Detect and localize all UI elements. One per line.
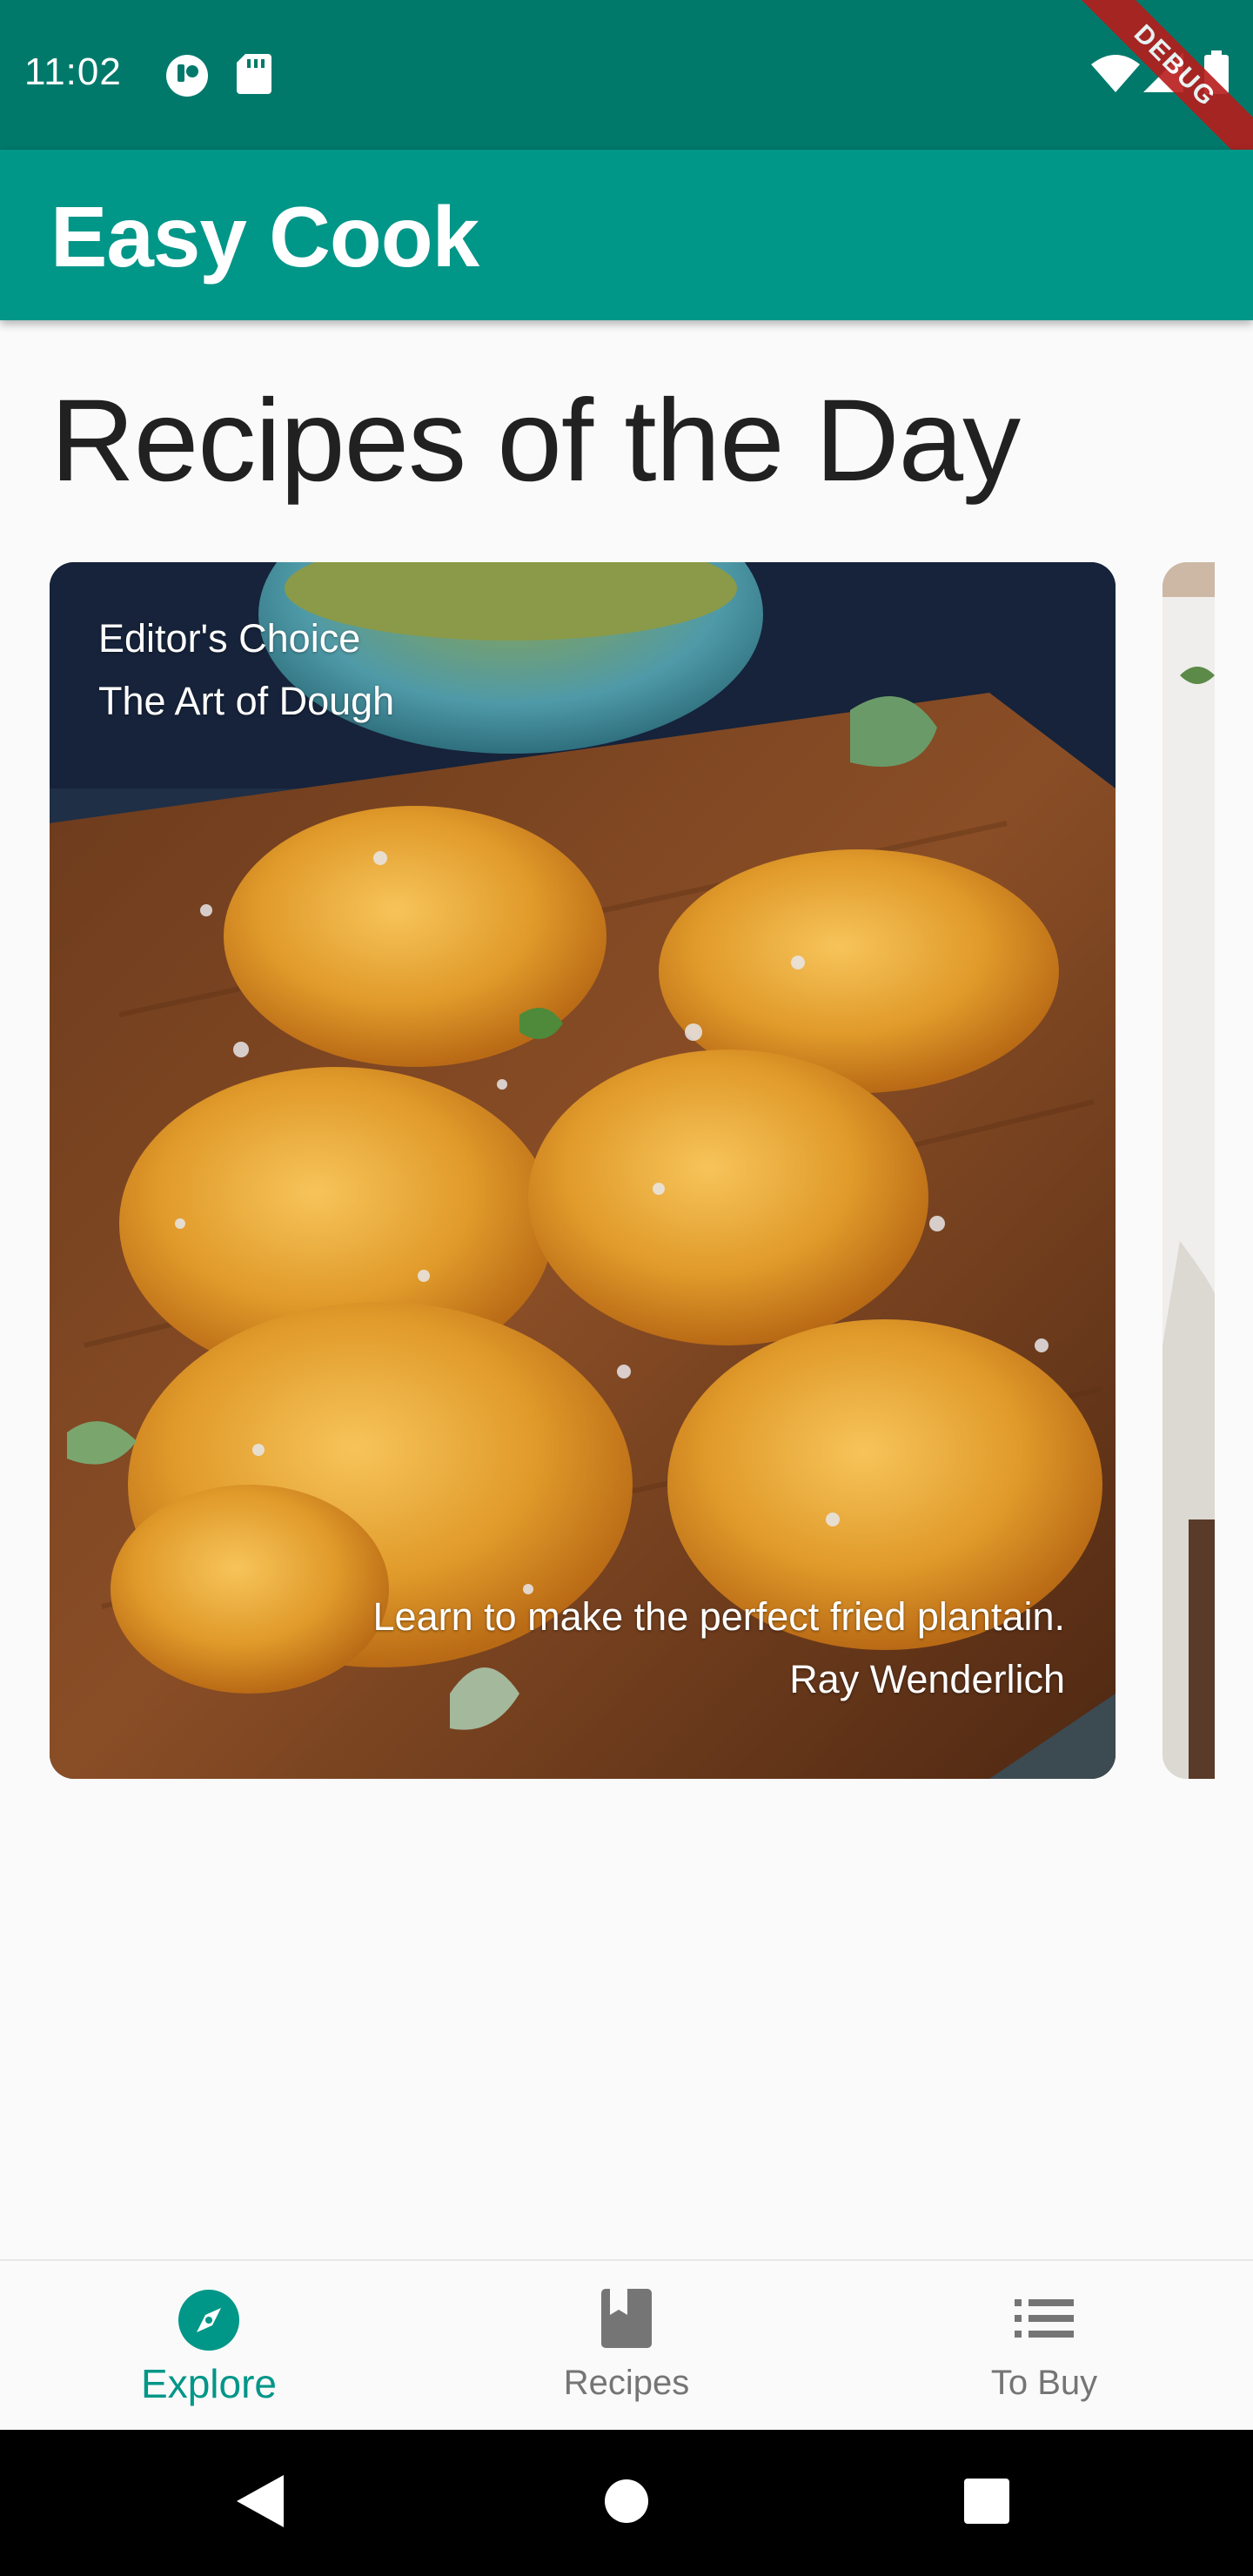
recents-icon[interactable] bbox=[964, 2479, 1009, 2528]
nav-label-to-buy: To Buy bbox=[990, 2364, 1098, 2402]
explore-icon bbox=[178, 2289, 240, 2356]
card-description: Learn to make the perfect fried plantain… bbox=[372, 1594, 1065, 1639]
sd-card-icon bbox=[237, 54, 271, 98]
card-title: The Art of Dough bbox=[98, 679, 395, 723]
card-header-text: Editor's Choice The Art of Dough bbox=[98, 607, 394, 733]
card-category: Editor's Choice bbox=[98, 616, 361, 661]
nav-item-to-buy[interactable]: To Buy bbox=[835, 2261, 1253, 2432]
app-title: Easy Cook bbox=[50, 189, 479, 285]
wifi-icon bbox=[1091, 54, 1140, 97]
list-icon bbox=[1015, 2299, 1074, 2342]
home-icon[interactable] bbox=[604, 2479, 649, 2528]
status-time: 11:02 bbox=[24, 50, 122, 93]
book-icon bbox=[601, 2289, 652, 2352]
card-author: Ray Wenderlich bbox=[789, 1657, 1065, 1701]
bottom-navigation: Explore Recipes To Buy bbox=[0, 2259, 1253, 2432]
next-recipe-image bbox=[1163, 562, 1215, 1779]
card-footer-text: Learn to make the perfect fried plantain… bbox=[373, 1586, 1065, 1711]
recipe-card[interactable]: Editor's Choice The Art of Dough Learn t… bbox=[50, 562, 1116, 1779]
system-navigation-bar bbox=[0, 2430, 1253, 2576]
app-bar: Easy Cook bbox=[0, 150, 1253, 320]
nav-label-recipes: Recipes bbox=[563, 2364, 690, 2402]
app-notification-icon bbox=[165, 54, 209, 102]
nav-label-explore: Explore bbox=[141, 2361, 277, 2406]
status-bar: 11:02 DEBUG bbox=[0, 0, 1253, 178]
section-heading: Recipes of the Day bbox=[50, 376, 1021, 506]
back-icon[interactable] bbox=[237, 2475, 284, 2532]
nav-item-recipes[interactable]: Recipes bbox=[418, 2261, 835, 2432]
next-recipe-card[interactable] bbox=[1163, 562, 1215, 1779]
nav-item-explore[interactable]: Explore bbox=[0, 2261, 418, 2432]
